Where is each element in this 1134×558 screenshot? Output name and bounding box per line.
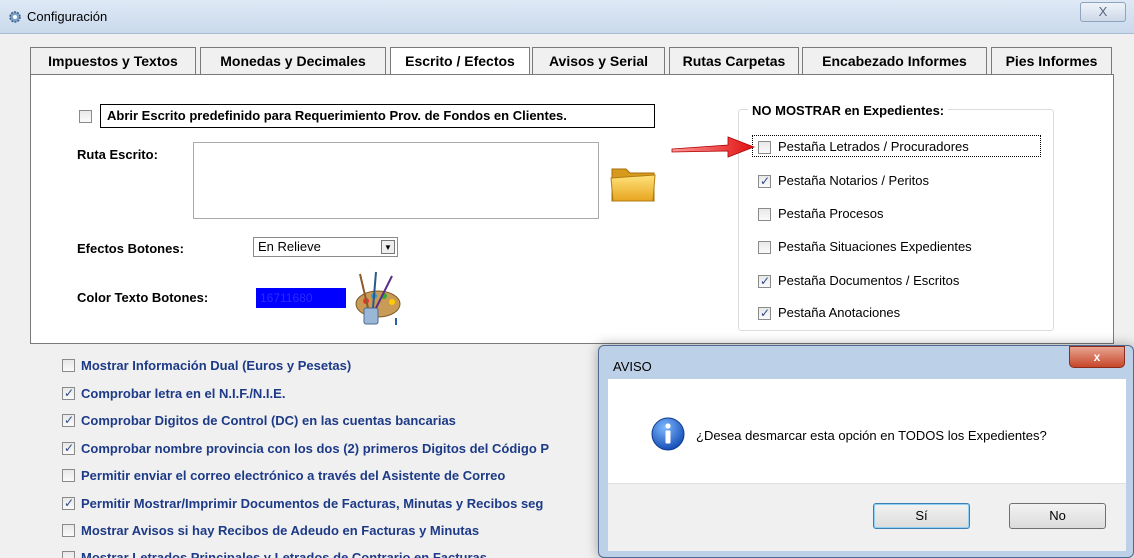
no-mostrar-item-label: Pestaña Anotaciones [778,305,901,320]
title-bar[interactable]: Configuración X [0,0,1134,34]
abrir-escrito-checkbox[interactable] [79,110,92,123]
tab-label: Impuestos y Textos [48,53,178,69]
no-mostrar-item-label: Pestaña Letrados / Procuradores [778,139,969,154]
no-mostrar-item-label: Pestaña Documentos / Escritos [778,273,960,288]
efectos-botones-select[interactable]: En Relieve ▼ [253,237,398,257]
ruta-escrito-input[interactable] [193,142,599,219]
tab-rutas-carpetas[interactable]: Rutas Carpetas [669,47,799,75]
efectos-selected-value: En Relieve [258,239,321,254]
paint-palette-icon[interactable] [348,268,406,326]
tab-impuestos-textos[interactable]: Impuestos y Textos [30,47,196,75]
folder-icon[interactable] [610,163,656,203]
option-label: Permitir enviar el correo electrónico a … [81,468,506,483]
tab-avisos-serial[interactable]: Avisos y Serial [532,47,665,75]
dialog-message: ¿Desea desmarcar esta opción en TODOS lo… [696,428,1047,443]
option-label: Comprobar Digitos de Control (DC) en las… [81,413,456,428]
option-checkbox[interactable] [62,496,75,510]
window-title: Configuración [27,9,108,24]
color-texto-value[interactable]: 16711680 [256,288,346,308]
option-label: Mostrar Avisos si hay Recibos de Adeudo … [81,523,480,538]
no-mostrar-title: NO MOSTRAR en Expedientes: [748,103,949,118]
option-checkbox[interactable] [62,469,75,482]
tab-label: Rutas Carpetas [682,53,786,69]
option-checkbox[interactable] [62,551,75,558]
tab-label: Escrito / Efectos [405,53,515,69]
yes-button[interactable]: Sí [873,503,970,529]
notarios-checkbox[interactable] [758,174,771,188]
option-label: Mostrar Letrados Principales y Letrados … [81,550,488,558]
ruta-escrito-label: Ruta Escrito: [77,147,158,162]
option-label: Comprobar letra en el N.I.F./N.I.E. [81,386,286,401]
option-checkbox[interactable] [62,524,75,537]
no-mostrar-item-label: Pestaña Situaciones Expedientes [778,239,972,254]
dialog-close-button[interactable]: x [1069,346,1125,368]
anotaciones-checkbox[interactable] [758,306,771,320]
procesos-checkbox[interactable] [758,208,771,221]
no-mostrar-item-label: Pestaña Procesos [778,206,884,221]
option-label: Comprobar nombre provincia con los dos (… [81,441,550,456]
no-mostrar-item-label: Pestaña Notarios / Peritos [778,173,930,188]
tab-label: Encabezado Informes [822,53,967,69]
abrir-escrito-label[interactable]: Abrir Escrito predefinido para Requerimi… [100,104,655,128]
tab-label: Monedas y Decimales [220,53,366,69]
tab-pies-informes[interactable]: Pies Informes [991,47,1112,75]
option-checkbox[interactable] [62,386,75,400]
option-checkbox[interactable] [62,441,75,455]
option-checkbox[interactable] [62,359,75,372]
no-button[interactable]: No [1009,503,1106,529]
window-close-button[interactable]: X [1080,2,1126,22]
color-texto-label: Color Texto Botones: [77,290,209,305]
documentos-checkbox[interactable] [758,274,771,288]
letrados-checkbox[interactable] [758,141,771,154]
tab-escrito-efectos[interactable]: Escrito / Efectos [390,47,530,77]
tab-monedas-decimales[interactable]: Monedas y Decimales [200,47,386,75]
info-icon [651,417,685,451]
red-arrow-icon [671,136,755,158]
tab-label: Avisos y Serial [548,53,649,69]
option-checkbox[interactable] [62,413,75,427]
dialog-title: AVISO [613,359,652,374]
chevron-down-icon[interactable]: ▼ [381,240,395,254]
tab-encabezado-informes[interactable]: Encabezado Informes [802,47,987,75]
option-label: Mostrar Información Dual (Euros y Peseta… [81,358,352,373]
configuracion-window: Configuración X Impuestos y Textos Moned… [0,0,1134,558]
gear-icon [9,11,21,23]
tab-label: Pies Informes [1005,53,1098,69]
aviso-dialog: AVISO x ¿Desea desmarcar esta opción en … [598,345,1134,558]
option-label: Permitir Mostrar/Imprimir Documentos de … [81,496,544,511]
situaciones-checkbox[interactable] [758,241,771,254]
efectos-botones-label: Efectos Botones: [77,241,184,256]
